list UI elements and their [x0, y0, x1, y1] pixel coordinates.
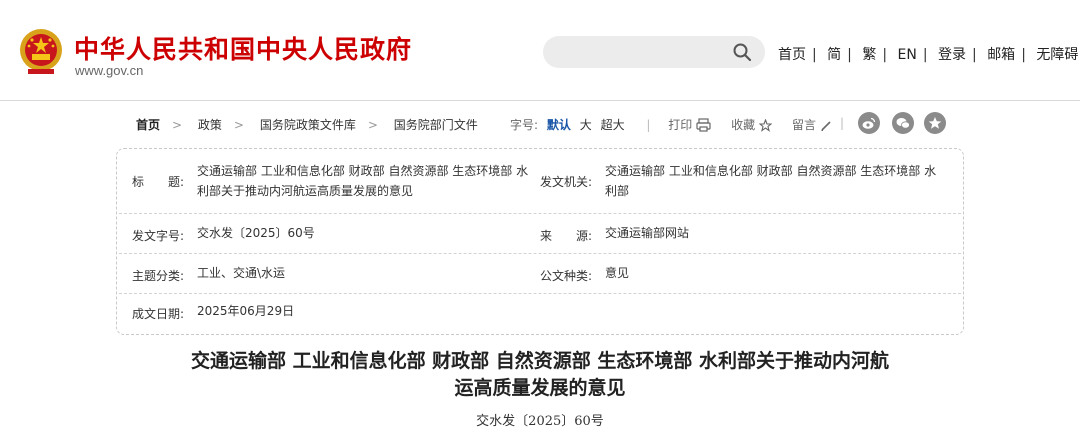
date-value: 2025年06月29日: [197, 304, 295, 318]
link-login[interactable]: 登录: [932, 47, 972, 63]
favorite-label: 收藏: [731, 118, 756, 132]
divider: |: [840, 116, 845, 130]
font-size-large[interactable]: 大: [580, 118, 592, 132]
comment-button[interactable]: 留言: [792, 118, 832, 132]
link-mail[interactable]: 邮箱: [981, 47, 1021, 63]
weibo-share-button[interactable]: [858, 112, 880, 134]
pencil-icon: [821, 121, 831, 131]
font-size-xlarge[interactable]: 超大: [601, 118, 625, 132]
breadcrumb-home[interactable]: 首页: [136, 118, 160, 132]
link-english[interactable]: EN: [892, 47, 923, 63]
chevron-right-icon: >: [233, 118, 244, 132]
print-button[interactable]: 打印: [668, 118, 711, 132]
row-divider: [119, 213, 961, 214]
chevron-right-icon: >: [367, 118, 378, 132]
site-header: 中华人民共和国中央人民政府 www.gov.cn 首页 | 简 | 繁 | EN | 登…: [0, 0, 1080, 101]
print-label: 打印: [668, 118, 693, 132]
breadcrumb-policy[interactable]: 政策: [198, 118, 222, 132]
link-accessibility[interactable]: 无障碍: [1030, 47, 1080, 63]
breadcrumb: 首页 > 政策 > 国务院政策文件库 > 国务院部门文件: [136, 116, 478, 133]
divider: |: [646, 118, 651, 132]
source-value: 交通运输部网站: [605, 226, 690, 240]
printer-icon: [696, 118, 711, 132]
wechat-icon: [896, 118, 910, 129]
docno-value: 交水发〔2025〕60号: [197, 226, 315, 240]
date-label: 成文日期:: [132, 307, 185, 321]
issuer-value: 交通运输部 工业和信息化部 财政部 自然资源部 生态环境部 水利部: [605, 164, 937, 198]
topic-label: 主题分类:: [132, 269, 185, 283]
metadata-row: 标 题: 交通运输部 工业和信息化部 财政部 自然资源部 生态环境部 水利部关于…: [117, 159, 963, 211]
font-size-default[interactable]: 默认: [547, 118, 571, 132]
document-number: 交水发〔2025〕60号: [476, 414, 604, 429]
doctype-label: 公文种类:: [540, 269, 593, 283]
star-outline-icon: [758, 118, 773, 132]
document-title-line: 运高质量发展的意见: [454, 377, 626, 399]
font-size-label: 字号:: [510, 118, 539, 132]
search-icon[interactable]: [732, 42, 752, 62]
weibo-icon: [862, 117, 876, 129]
national-emblem-icon[interactable]: [18, 26, 64, 76]
site-title[interactable]: 中华人民共和国中央人民政府: [74, 30, 412, 66]
link-traditional[interactable]: 繁: [856, 47, 882, 63]
row-divider: [119, 293, 961, 294]
doctype-value: 意见: [605, 266, 630, 280]
comment-label: 留言: [791, 118, 816, 132]
chevron-right-icon: >: [172, 118, 183, 132]
wechat-share-button[interactable]: [892, 112, 914, 134]
favorite-button[interactable]: 收藏: [731, 118, 773, 132]
metadata-row: 发文字号: 交水发〔2025〕60号 来 源: 交通运输部网站: [117, 223, 963, 253]
site-url[interactable]: www.gov.cn: [75, 63, 143, 78]
document-title-line: 交通运输部 工业和信息化部 财政部 自然资源部 生态环境部 水利部关于推动内河航: [190, 350, 890, 372]
document-title: 交通运输部 工业和信息化部 财政部 自然资源部 生态环境部 水利部关于推动内河航…: [0, 348, 1080, 402]
metadata-row: 成文日期: 2025年06月29日: [117, 304, 963, 331]
link-home[interactable]: 首页: [772, 47, 812, 63]
link-simplified[interactable]: 简: [821, 47, 847, 63]
title-label: 标 题:: [132, 175, 185, 189]
article-tools: 字号: 默认 大 超大 | 打印 收藏 留言: [510, 116, 848, 133]
metadata-row: 主题分类: 工业、交通\水运 公文种类: 意见: [117, 263, 963, 293]
favorite-share-button[interactable]: [924, 112, 946, 134]
title-value: 交通运输部 工业和信息化部 财政部 自然资源部 生态环境部 水利部关于推动内河航…: [197, 164, 529, 198]
favorite-star-icon: [928, 117, 942, 129]
document-metadata-box: 标 题: 交通运输部 工业和信息化部 财政部 自然资源部 生态环境部 水利部关于…: [116, 148, 964, 335]
top-links: 首页 | 简 | 繁 | EN | 登录 | 邮箱 | 无障碍: [772, 44, 1080, 64]
breadcrumb-policy-library[interactable]: 国务院政策文件库: [260, 118, 356, 132]
breadcrumb-department-docs[interactable]: 国务院部门文件: [394, 118, 478, 132]
docno-label: 发文字号:: [132, 229, 185, 243]
row-divider: [119, 253, 961, 254]
source-label: 来 源:: [540, 229, 593, 243]
issuer-label: 发文机关:: [540, 175, 593, 189]
topic-value: 工业、交通\水运: [197, 266, 286, 280]
